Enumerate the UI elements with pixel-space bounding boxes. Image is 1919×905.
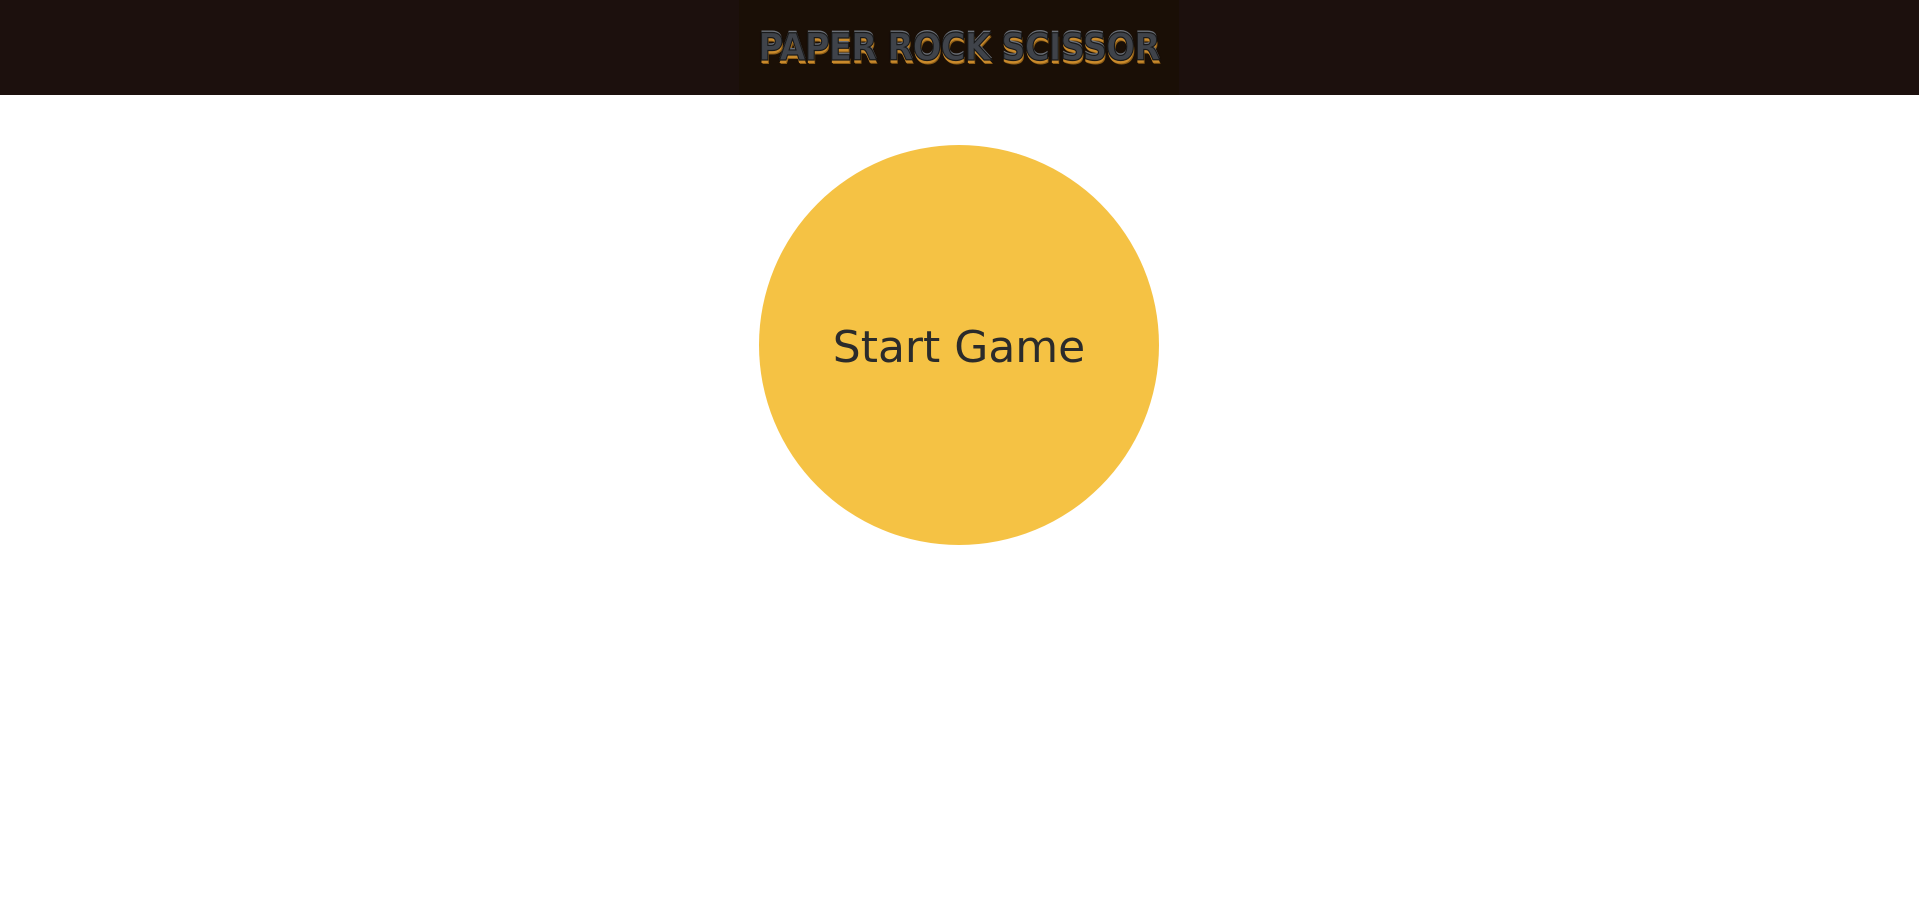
logo-title: PAPER ROCK SCISSOR	[758, 25, 1161, 69]
start-game-button[interactable]: Start Game	[759, 145, 1159, 545]
start-game-label: Start Game	[832, 322, 1086, 373]
header-bar: PAPER ROCK SCISSOR	[0, 0, 1919, 95]
game-logo: PAPER ROCK SCISSOR	[739, 0, 1179, 95]
